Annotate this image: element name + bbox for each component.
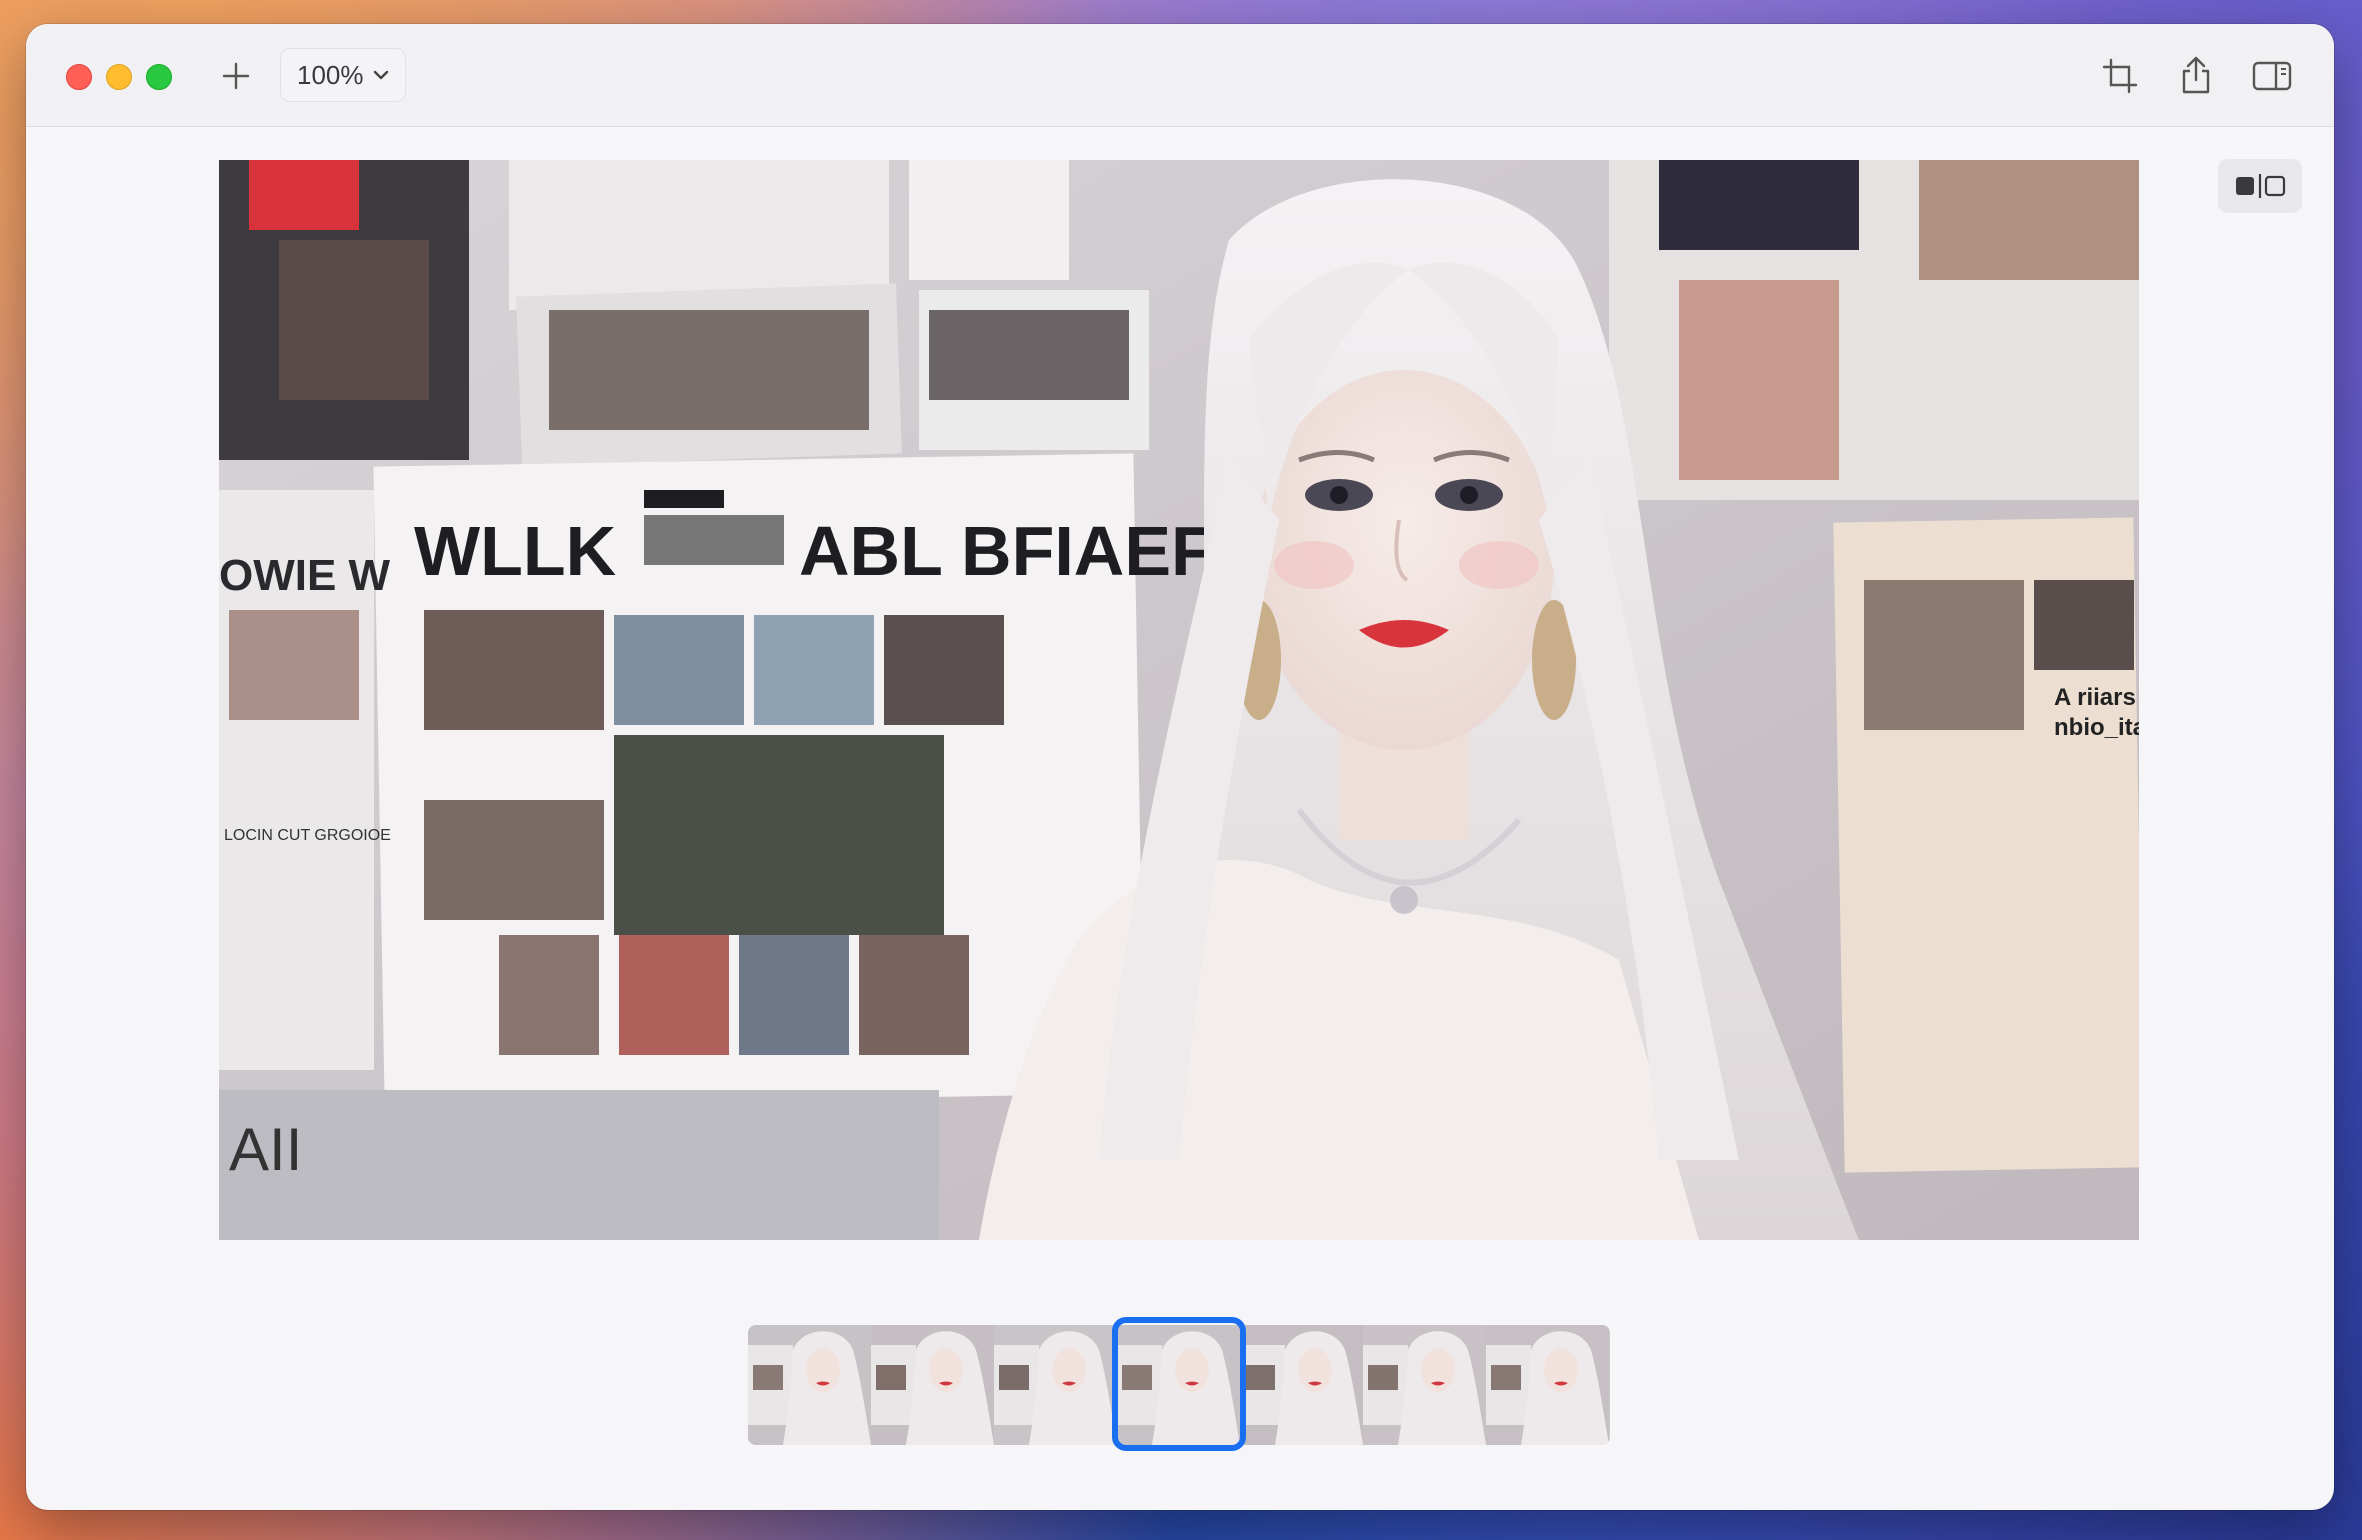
fullscreen-button[interactable] bbox=[146, 64, 172, 90]
side-caption: LOCIN CUT GRGOIOE bbox=[224, 827, 391, 844]
close-button[interactable] bbox=[66, 64, 92, 90]
headline-right: ABL BFIAEF bbox=[799, 512, 1214, 590]
side-text-1: A riiars bbox=[2054, 684, 2136, 711]
sidebar-right-icon bbox=[2252, 61, 2292, 91]
thumbnail[interactable] bbox=[1486, 1325, 1609, 1445]
crop-button[interactable] bbox=[2096, 52, 2144, 100]
zoom-select[interactable]: 100% bbox=[280, 48, 406, 102]
thumbnail[interactable] bbox=[748, 1325, 871, 1445]
minimize-button[interactable] bbox=[106, 64, 132, 90]
chevron-down-icon bbox=[373, 70, 389, 80]
new-tab-button[interactable] bbox=[212, 52, 260, 100]
thumbnail[interactable] bbox=[1240, 1325, 1363, 1445]
app-window: 100% WLLK ABL BFIAEF OWIE W LOCIN CUT GR… bbox=[26, 24, 2334, 1510]
toolbar: 100% bbox=[26, 24, 2334, 127]
sidebar-toggle-button[interactable] bbox=[2248, 52, 2296, 100]
bench-text: AII bbox=[229, 1116, 302, 1183]
thumbnail[interactable] bbox=[994, 1325, 1117, 1445]
headline-side: OWIE W bbox=[219, 551, 391, 600]
zoom-value: 100% bbox=[297, 59, 364, 90]
plus-icon bbox=[222, 62, 250, 90]
main-image: WLLK ABL BFIAEF OWIE W LOCIN CUT GRGOIOE… bbox=[219, 160, 2139, 1240]
side-text-2: nbio_itaF bbox=[2054, 714, 2139, 741]
image-viewer: WLLK ABL BFIAEF OWIE W LOCIN CUT GRGOIOE… bbox=[26, 127, 2334, 1510]
compare-split-icon bbox=[2236, 174, 2286, 198]
share-button[interactable] bbox=[2172, 50, 2220, 100]
thumbnail[interactable] bbox=[871, 1325, 994, 1445]
selected-thumbnail-outline bbox=[1112, 1317, 1246, 1451]
compare-toggle-button[interactable] bbox=[2218, 159, 2302, 213]
crop-icon bbox=[2102, 58, 2138, 94]
thumbnail[interactable] bbox=[1363, 1325, 1486, 1445]
headline-left: WLLK bbox=[414, 512, 616, 590]
share-icon bbox=[2182, 56, 2210, 94]
